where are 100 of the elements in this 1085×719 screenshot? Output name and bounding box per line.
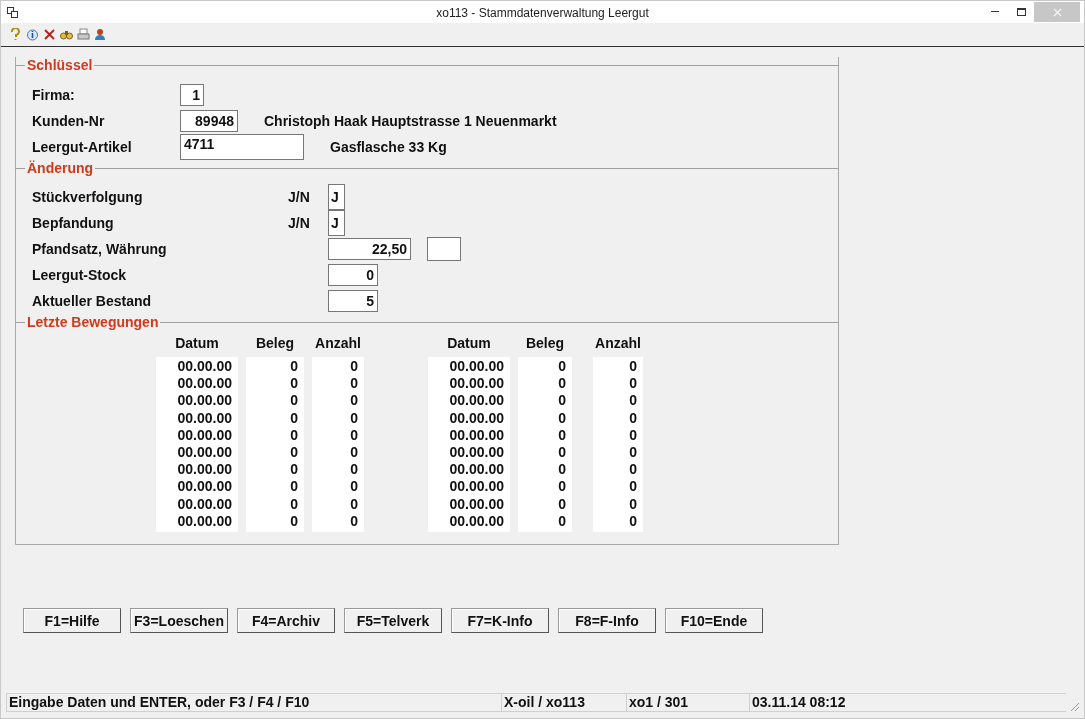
close-icon xyxy=(1052,7,1062,17)
field-label: Stückverfolgung xyxy=(32,189,144,205)
table-cell: 0 xyxy=(290,495,298,512)
table-cell: 0 xyxy=(558,358,566,374)
section-title: Schlüssel xyxy=(26,57,94,73)
delete-icon[interactable] xyxy=(43,28,56,41)
hint-text: J/N xyxy=(288,189,310,205)
table-cell: 0 xyxy=(629,512,637,529)
table-cell: 0 xyxy=(290,478,298,495)
table-cell: 00.00.00 xyxy=(177,392,232,409)
table-cell: 0 xyxy=(350,426,358,443)
status-bar-field: Eingabe Daten und ENTER, oder F3 / F4 / F10 xyxy=(6,693,501,712)
table-cell: 0 xyxy=(290,512,298,529)
table-cell: 00.00.00 xyxy=(177,461,232,478)
table-cell: 0 xyxy=(558,392,566,409)
field-label: Aktueller Bestand xyxy=(32,293,153,309)
description-text: Christoph Haak Hauptstrasse 1 Neuenmarkt xyxy=(264,113,557,129)
table-cell: 0 xyxy=(350,512,358,529)
function-key-button[interactable]: F10=Ende xyxy=(665,608,763,633)
column-header: Anzahl xyxy=(315,335,361,351)
table-cell: 0 xyxy=(350,495,358,512)
table-cell: 0 xyxy=(558,375,566,392)
binoculars-icon[interactable] xyxy=(60,28,73,41)
table-cell: 0 xyxy=(558,426,566,443)
function-key-button[interactable]: F7=K-Info xyxy=(451,608,549,633)
info-icon[interactable] xyxy=(26,28,39,41)
table-cell: 0 xyxy=(290,375,298,392)
minimize-icon[interactable] xyxy=(991,11,999,13)
input-field[interactable]: 22,50 xyxy=(328,238,411,260)
table-cell: 00.00.00 xyxy=(449,478,504,495)
resize-grip-icon[interactable] xyxy=(1069,701,1080,712)
table-cell: 00.00.00 xyxy=(177,495,232,512)
input-field[interactable]: J xyxy=(328,210,345,236)
input-field[interactable]: 0 xyxy=(328,264,378,286)
description-text: Gasflasche 33 Kg xyxy=(330,139,447,155)
section-title: Letzte Bewegungen xyxy=(26,314,160,330)
table-cell: 00.00.00 xyxy=(449,358,504,374)
table-cell: 0 xyxy=(558,443,566,460)
currency-field[interactable] xyxy=(427,237,461,261)
input-field[interactable]: 1 xyxy=(180,84,204,106)
table-cell: 0 xyxy=(558,478,566,495)
table-cell: 0 xyxy=(629,461,637,478)
table-cell: 00.00.00 xyxy=(177,443,232,460)
table-cell: 0 xyxy=(290,443,298,460)
maximize-icon[interactable] xyxy=(1016,8,1026,16)
table-cell: 0 xyxy=(629,495,637,512)
table-cell: 0 xyxy=(350,392,358,409)
function-key-button[interactable]: F4=Archiv xyxy=(237,608,335,633)
help-icon[interactable] xyxy=(9,28,22,41)
table-cell: 00.00.00 xyxy=(449,495,504,512)
field-label: Kunden-Nr xyxy=(32,113,106,129)
table-cell: 00.00.00 xyxy=(449,426,504,443)
function-key-button[interactable]: F3=Loeschen xyxy=(130,608,228,633)
table-cell: 0 xyxy=(350,358,358,374)
table-cell: 00.00.00 xyxy=(177,478,232,495)
hint-text: J/N xyxy=(288,215,310,231)
table-cell: 0 xyxy=(558,409,566,426)
table-cell: 0 xyxy=(629,375,637,392)
table-cell: 00.00.00 xyxy=(177,358,232,374)
table-cell: 0 xyxy=(290,426,298,443)
function-key-button[interactable]: F5=Telverk xyxy=(344,608,442,633)
table-cell: 0 xyxy=(629,426,637,443)
input-field[interactable]: 89948 xyxy=(180,110,238,132)
field-label: Leergut-Stock xyxy=(32,267,128,283)
table-cell: 0 xyxy=(290,461,298,478)
function-key-button[interactable]: F8=F-Info xyxy=(558,608,656,633)
table-cell: 0 xyxy=(350,478,358,495)
table-cell: 00.00.00 xyxy=(449,461,504,478)
table-cell: 0 xyxy=(558,495,566,512)
column-header: Datum xyxy=(447,335,491,351)
status-bar-field: 03.11.14 08:12 xyxy=(749,693,1066,712)
table-cell: 0 xyxy=(629,409,637,426)
table-cell: 0 xyxy=(290,409,298,426)
table-cell: 0 xyxy=(350,409,358,426)
table-cell: 00.00.00 xyxy=(449,392,504,409)
input-field[interactable]: 4711 xyxy=(180,134,304,160)
table-cell: 0 xyxy=(350,461,358,478)
function-key-button[interactable]: F1=Hilfe xyxy=(23,608,121,633)
column-header: Datum xyxy=(175,335,219,351)
table-cell: 00.00.00 xyxy=(449,443,504,460)
table-cell: 0 xyxy=(629,358,637,374)
column-header: Anzahl xyxy=(595,335,641,351)
field-label: Leergut-Artikel xyxy=(32,139,133,155)
field-label: Firma: xyxy=(32,87,76,103)
user-icon[interactable] xyxy=(94,28,107,41)
table-cell: 0 xyxy=(558,512,566,529)
window-icon xyxy=(7,6,18,18)
table-cell: 00.00.00 xyxy=(449,375,504,392)
field-label: Pfandsatz, Währung xyxy=(32,241,168,257)
table-cell: 0 xyxy=(629,392,637,409)
status-bar-field: xo1 / 301 xyxy=(626,693,749,712)
table-cell: 00.00.00 xyxy=(177,375,232,392)
input-field[interactable]: J xyxy=(328,184,345,210)
printer-icon[interactable] xyxy=(77,28,90,41)
table-cell: 00.00.00 xyxy=(177,426,232,443)
table-cell: 0 xyxy=(350,443,358,460)
table-cell: 00.00.00 xyxy=(177,409,232,426)
input-field[interactable]: 5 xyxy=(328,290,378,312)
field-label: Bepfandung xyxy=(32,215,115,231)
table-cell: 00.00.00 xyxy=(177,512,232,529)
